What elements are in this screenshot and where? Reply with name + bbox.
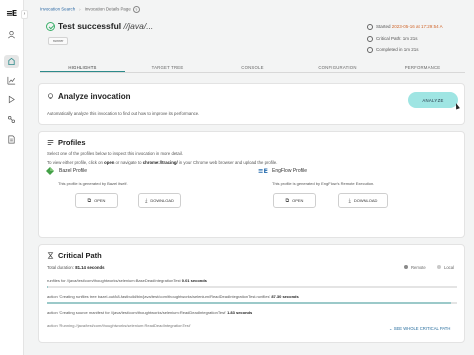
runs-nav-icon[interactable] xyxy=(4,93,19,106)
engflow-logo-icon: ≡E xyxy=(258,167,268,175)
tab-highlights[interactable]: HIGHLIGHTS xyxy=(40,64,125,72)
critical-path-title: Critical Path xyxy=(47,251,102,260)
critical-path-row: runfiles for //java/test/com/thoughtwork… xyxy=(47,278,207,283)
list-icon xyxy=(47,139,54,146)
breadcrumb-current: Invocation Details Page xyxy=(84,6,131,12)
analyze-title: Analyze invocation xyxy=(47,92,130,101)
remote-dot-icon xyxy=(404,265,408,269)
analyze-card: Analyze invocation Automatically analyze… xyxy=(38,83,465,125)
target-pattern: //java/... xyxy=(123,21,154,31)
critical-path-row: action 'Running //java/test/com/thoughtw… xyxy=(47,323,191,328)
engflow-open-button[interactable]: ⧉ OPEN xyxy=(273,193,316,208)
profile-nav-icon[interactable] xyxy=(4,28,19,41)
bazel-profile: Bazel Profile This profile is generated … xyxy=(45,167,230,222)
bazel-logo-icon xyxy=(46,167,54,175)
analyze-button[interactable]: ANALYZE xyxy=(408,92,458,108)
engflow-profile-name: EngFlow Profile xyxy=(272,168,308,174)
help-icon[interactable]: ? xyxy=(132,6,140,13)
breadcrumb-invocation-search[interactable]: Invocation Search xyxy=(40,7,75,12)
profiles-card: Profiles Select one of the profiles belo… xyxy=(38,131,465,238)
breadcrumb: Invocation Search › Invocation Details Pag… xyxy=(40,6,140,13)
runner-badge: runner xyxy=(48,37,69,45)
legend-remote: Remote xyxy=(404,265,426,270)
engflow-logo[interactable]: ≡E xyxy=(6,9,17,18)
open-external-icon: ⧉ xyxy=(87,197,92,204)
completed-info: Completed in 1m 21s xyxy=(367,47,419,53)
collapse-rail-button[interactable]: › xyxy=(21,10,28,19)
bazel-download-button[interactable]: ⤓ DOWNLOAD xyxy=(138,193,181,208)
invocation-tabs: HIGHLIGHTS TARGET TREE CONSOLE CONFIGURA… xyxy=(40,64,465,73)
docs-nav-icon[interactable] xyxy=(4,133,19,146)
trends-nav-icon[interactable] xyxy=(4,74,19,87)
engflow-profile-desc: This profile is generated by EngFlow's R… xyxy=(272,181,375,186)
page-title: Test successful //java/... xyxy=(58,21,153,31)
invocations-nav-icon[interactable] xyxy=(4,55,19,68)
tab-console[interactable]: CONSOLE xyxy=(210,64,295,72)
analyze-description: Automatically analyze this invocation to… xyxy=(47,111,200,116)
calendar-icon xyxy=(367,24,373,30)
clock-icon xyxy=(367,36,373,42)
profiles-title: Profiles xyxy=(47,138,86,147)
profiles-instructions-1: Select one of the profiles below to insp… xyxy=(47,151,183,156)
download-icon: ⤓ xyxy=(348,197,351,204)
engflow-profile: ≡E EngFlow Profile This profile is gener… xyxy=(258,167,443,222)
tab-target-tree[interactable]: TARGET TREE xyxy=(125,64,210,72)
critical-path-row: action 'Creating runfiles tree bazel-out… xyxy=(47,294,299,299)
local-dot-icon xyxy=(437,265,441,269)
total-duration: Total duration: 81.14 seconds xyxy=(47,265,105,270)
tab-configuration[interactable]: CONFIGURATION xyxy=(295,64,380,72)
mouse-cursor-icon xyxy=(454,102,460,110)
success-check-icon xyxy=(46,22,55,31)
bulb-icon xyxy=(48,93,53,99)
critical-path-bar xyxy=(47,302,457,304)
legend-local: Local xyxy=(437,265,454,270)
critical-path-card: Critical Path Total duration: 81.14 seco… xyxy=(38,244,465,343)
status-title: Test successful xyxy=(58,21,122,31)
critical-path-row: action 'Creating source manifest for //j… xyxy=(47,310,253,315)
bazel-profile-name: Bazel Profile xyxy=(59,168,88,174)
engflow-download-button[interactable]: ⤓ DOWNLOAD xyxy=(338,193,388,208)
critical-path-info: Critical Path: 1m 21s xyxy=(367,36,418,42)
started-info: Started 2023-05-16 at 17:29:54 A xyxy=(367,24,443,30)
download-icon: ⤓ xyxy=(145,197,148,204)
see-whole-critical-path-link[interactable]: ⌄ SEE WHOLE CRITICAL PATH xyxy=(389,326,450,331)
targets-nav-icon[interactable] xyxy=(4,113,19,126)
critical-path-bar xyxy=(47,286,457,288)
tab-performance[interactable]: PERFORMANCE xyxy=(380,64,465,72)
open-external-icon: ⧉ xyxy=(285,197,290,204)
bazel-open-button[interactable]: ⧉ OPEN xyxy=(75,193,118,208)
timer-icon xyxy=(367,47,373,53)
started-timestamp: 2023-05-16 at 17:29:54 A xyxy=(391,24,443,30)
bazel-profile-desc: This profile is generated by Bazel itsel… xyxy=(58,181,128,186)
left-rail: ≡E xyxy=(0,0,24,355)
profiles-instructions-2: To view either profile, click on open or… xyxy=(47,160,278,165)
hourglass-icon xyxy=(47,252,54,259)
